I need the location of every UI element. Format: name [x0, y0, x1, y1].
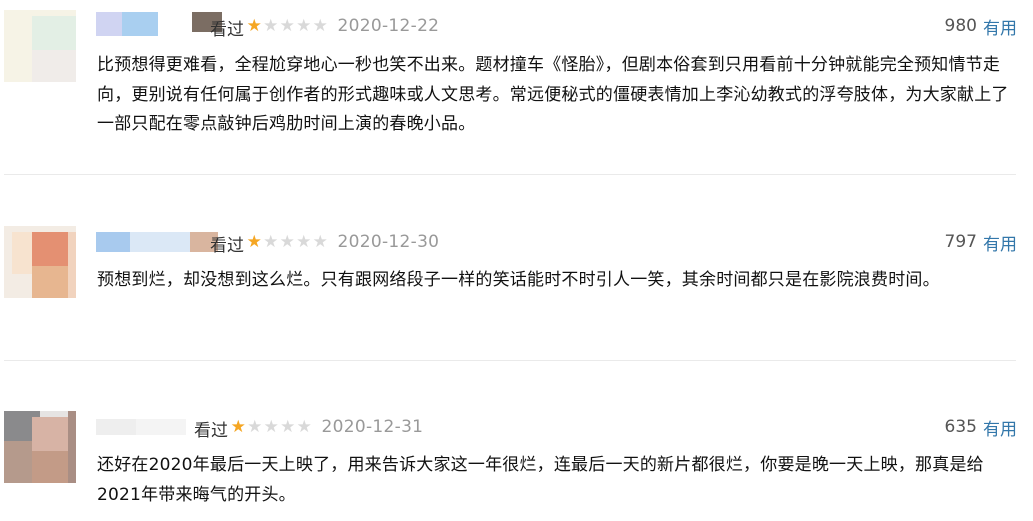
review-date: 2020-12-22	[337, 16, 440, 36]
star-empty-icon: ★	[279, 15, 295, 36]
divider	[4, 360, 1016, 361]
useful-link[interactable]: 有用	[983, 230, 1017, 255]
review-date: 2020-12-31	[321, 417, 424, 437]
star-filled-icon: ★	[246, 231, 262, 252]
star-empty-icon: ★	[263, 15, 279, 36]
divider	[4, 174, 1016, 175]
star-empty-icon: ★	[263, 231, 279, 252]
watched-label: 看过	[194, 421, 228, 441]
star-empty-icon: ★	[263, 416, 279, 437]
useful-link[interactable]: 有用	[983, 415, 1017, 440]
vote-area: 797 有用	[945, 228, 1017, 256]
rating-stars: ★ ★ ★ ★ ★	[246, 231, 329, 252]
review-meta: 看过 ★ ★ ★ ★ ★ 2020-12-31	[96, 413, 423, 441]
username-blurred[interactable]: 看过	[96, 12, 244, 40]
username-blurred[interactable]: 看过	[96, 228, 244, 256]
star-empty-icon: ★	[312, 15, 328, 36]
avatar[interactable]	[4, 411, 76, 483]
useful-link[interactable]: 有用	[983, 14, 1017, 39]
star-empty-icon: ★	[312, 231, 328, 252]
vote-area: 980 有用	[945, 12, 1017, 40]
vote-count: 980	[944, 16, 977, 36]
star-empty-icon: ★	[296, 231, 312, 252]
star-filled-icon: ★	[246, 15, 262, 36]
review-date: 2020-12-30	[337, 232, 440, 252]
review-text: 预想到烂，却没想到这么烂。只有跟网络段子一样的笑话能时不时引人一笑，其余时间都只…	[97, 270, 940, 290]
review-text: 还好在2020年最后一天上映了，用来告诉大家这一年很烂，连最后一天的新片都很烂，…	[97, 455, 984, 505]
vote-count: 635	[944, 417, 977, 437]
avatar[interactable]	[4, 226, 76, 298]
review-meta: 看过 ★ ★ ★ ★ ★ 2020-12-30	[96, 228, 439, 256]
star-empty-icon: ★	[279, 231, 295, 252]
review-text: 比预想得更难看，全程尬穿地心一秒也笑不出来。题材撞车《怪胎》，但剧本俗套到只用看…	[97, 55, 1009, 134]
vote-area: 635 有用	[945, 413, 1017, 441]
review-meta: 看过 ★ ★ ★ ★ ★ 2020-12-22	[96, 12, 439, 40]
rating-stars: ★ ★ ★ ★ ★	[230, 416, 313, 437]
star-empty-icon: ★	[280, 416, 296, 437]
rating-stars: ★ ★ ★ ★ ★	[246, 15, 329, 36]
avatar[interactable]	[4, 10, 76, 82]
vote-count: 797	[944, 232, 977, 252]
star-empty-icon: ★	[247, 416, 263, 437]
watched-label: 看过	[210, 236, 244, 256]
watched-label: 看过	[210, 20, 244, 40]
star-empty-icon: ★	[296, 15, 312, 36]
star-empty-icon: ★	[296, 416, 312, 437]
star-filled-icon: ★	[230, 416, 246, 437]
username-blurred[interactable]: 看过	[96, 413, 228, 441]
